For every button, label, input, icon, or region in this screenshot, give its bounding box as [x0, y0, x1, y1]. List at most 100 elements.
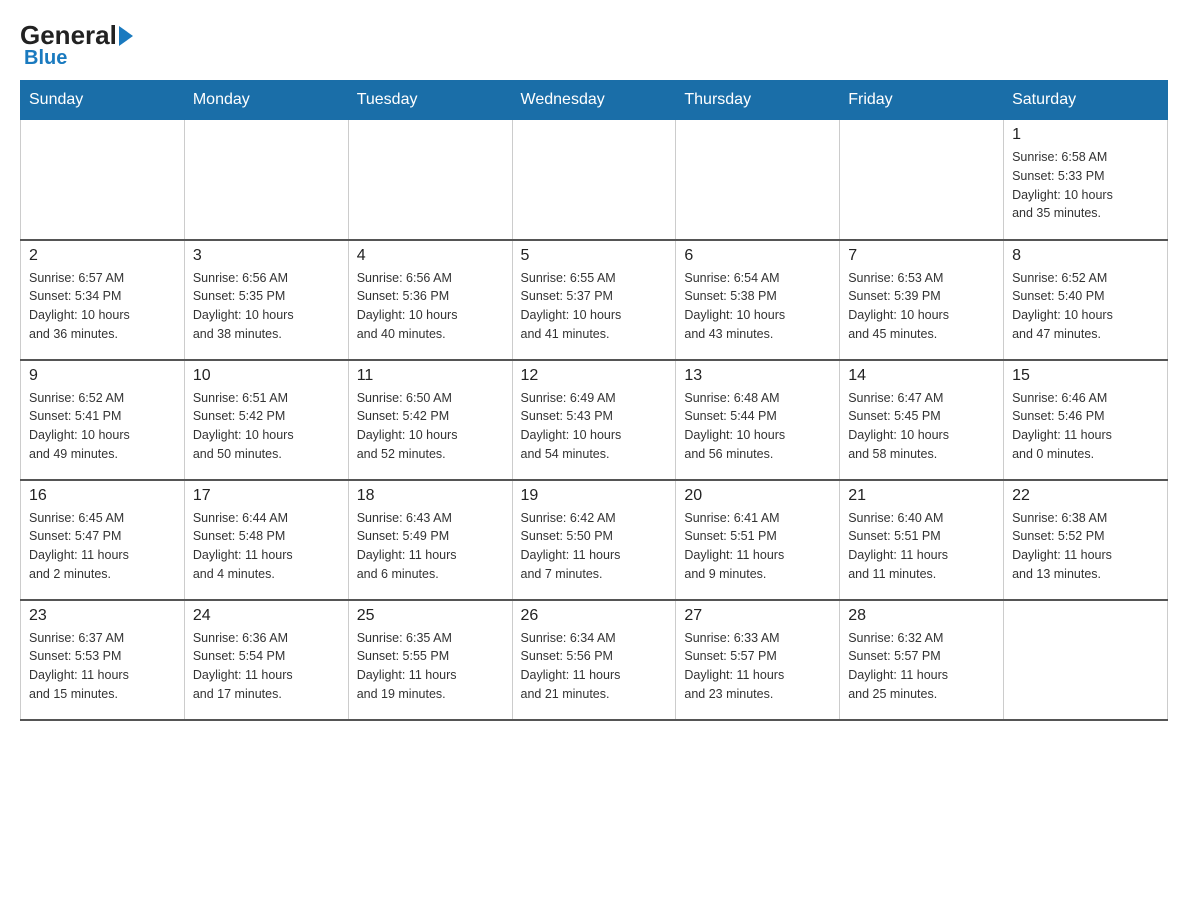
- calendar-cell: 23 Sunrise: 6:37 AM Sunset: 5:53 PM Dayli…: [21, 600, 185, 720]
- calendar-cell: 18 Sunrise: 6:43 AM Sunset: 5:49 PM Dayli…: [348, 480, 512, 600]
- day-info: Sunrise: 6:33 AM Sunset: 5:57 PM Dayligh…: [684, 629, 831, 704]
- day-number: 28: [848, 607, 995, 625]
- calendar-cell: 27 Sunrise: 6:33 AM Sunset: 5:57 PM Dayli…: [676, 600, 840, 720]
- calendar-cell: 8Sunrise: 6:52 AM Sunset: 5:40 PM Daylig…: [1004, 240, 1168, 360]
- day-number: 21: [848, 487, 995, 505]
- day-number: 23: [29, 607, 176, 625]
- day-info: Sunrise: 6:46 AM Sunset: 5:46 PM Dayligh…: [1012, 389, 1159, 464]
- calendar-cell: 20 Sunrise: 6:41 AM Sunset: 5:51 PM Dayli…: [676, 480, 840, 600]
- calendar-cell: 7 Sunrise: 6:53 AM Sunset: 5:39 PM Daylig…: [840, 240, 1004, 360]
- page-header: General Blue: [20, 20, 1168, 70]
- weekday-header-monday: Monday: [184, 81, 348, 120]
- day-info: Sunrise: 6:54 AM Sunset: 5:38 PM Dayligh…: [684, 269, 831, 344]
- calendar-cell: [676, 120, 840, 240]
- day-info: Sunrise: 6:57 AM Sunset: 5:34 PM Dayligh…: [29, 269, 176, 344]
- day-number: 25: [357, 607, 504, 625]
- weekday-header-row: SundayMondayTuesdayWednesdayThursdayFrid…: [21, 81, 1168, 120]
- day-info: Sunrise: 6:35 AM Sunset: 5:55 PM Dayligh…: [357, 629, 504, 704]
- day-info: Sunrise: 6:36 AM Sunset: 5:54 PM Dayligh…: [193, 629, 340, 704]
- logo: General Blue: [20, 20, 135, 70]
- weekday-header-friday: Friday: [840, 81, 1004, 120]
- day-number: 26: [521, 607, 668, 625]
- day-info: Sunrise: 6:37 AM Sunset: 5:53 PM Dayligh…: [29, 629, 176, 704]
- calendar-week-4: 23 Sunrise: 6:37 AM Sunset: 5:53 PM Dayli…: [21, 600, 1168, 720]
- day-number: 6: [684, 247, 831, 265]
- day-number: 14: [848, 367, 995, 385]
- calendar-cell: 9 Sunrise: 6:52 AM Sunset: 5:41 PM Daylig…: [21, 360, 185, 480]
- calendar-body: 1 Sunrise: 6:58 AM Sunset: 5:33 PM Daylig…: [21, 120, 1168, 720]
- calendar-cell: 17 Sunrise: 6:44 AM Sunset: 5:48 PM Dayli…: [184, 480, 348, 600]
- day-number: 3: [193, 247, 340, 265]
- calendar-cell: 14Sunrise: 6:47 AM Sunset: 5:45 PM Dayli…: [840, 360, 1004, 480]
- day-number: 11: [357, 367, 504, 385]
- calendar-week-1: 2 Sunrise: 6:57 AM Sunset: 5:34 PM Daylig…: [21, 240, 1168, 360]
- day-number: 4: [357, 247, 504, 265]
- day-number: 18: [357, 487, 504, 505]
- calendar-week-0: 1 Sunrise: 6:58 AM Sunset: 5:33 PM Daylig…: [21, 120, 1168, 240]
- day-number: 17: [193, 487, 340, 505]
- calendar-cell: [21, 120, 185, 240]
- day-info: Sunrise: 6:56 AM Sunset: 5:36 PM Dayligh…: [357, 269, 504, 344]
- calendar-cell: [1004, 600, 1168, 720]
- calendar-cell: 25 Sunrise: 6:35 AM Sunset: 5:55 PM Dayli…: [348, 600, 512, 720]
- day-number: 12: [521, 367, 668, 385]
- logo-blue-text: Blue: [20, 47, 67, 70]
- day-info: Sunrise: 6:44 AM Sunset: 5:48 PM Dayligh…: [193, 509, 340, 584]
- calendar-cell: 12 Sunrise: 6:49 AM Sunset: 5:43 PM Dayli…: [512, 360, 676, 480]
- day-number: 9: [29, 367, 176, 385]
- calendar-cell: 19 Sunrise: 6:42 AM Sunset: 5:50 PM Dayli…: [512, 480, 676, 600]
- day-info: Sunrise: 6:41 AM Sunset: 5:51 PM Dayligh…: [684, 509, 831, 584]
- day-number: 20: [684, 487, 831, 505]
- day-info: Sunrise: 6:58 AM Sunset: 5:33 PM Dayligh…: [1012, 148, 1159, 223]
- calendar-table: SundayMondayTuesdayWednesdayThursdayFrid…: [20, 80, 1168, 721]
- day-info: Sunrise: 6:52 AM Sunset: 5:41 PM Dayligh…: [29, 389, 176, 464]
- calendar-cell: 3 Sunrise: 6:56 AM Sunset: 5:35 PM Daylig…: [184, 240, 348, 360]
- day-number: 22: [1012, 487, 1159, 505]
- day-info: Sunrise: 6:51 AM Sunset: 5:42 PM Dayligh…: [193, 389, 340, 464]
- day-info: Sunrise: 6:56 AM Sunset: 5:35 PM Dayligh…: [193, 269, 340, 344]
- calendar-cell: 10 Sunrise: 6:51 AM Sunset: 5:42 PM Dayli…: [184, 360, 348, 480]
- calendar-cell: [840, 120, 1004, 240]
- logo-arrow-icon: [119, 26, 133, 46]
- day-number: 7: [848, 247, 995, 265]
- day-number: 13: [684, 367, 831, 385]
- calendar-cell: [512, 120, 676, 240]
- calendar-cell: 2 Sunrise: 6:57 AM Sunset: 5:34 PM Daylig…: [21, 240, 185, 360]
- day-number: 1: [1012, 126, 1159, 144]
- weekday-header-thursday: Thursday: [676, 81, 840, 120]
- calendar-week-2: 9 Sunrise: 6:52 AM Sunset: 5:41 PM Daylig…: [21, 360, 1168, 480]
- day-info: Sunrise: 6:45 AM Sunset: 5:47 PM Dayligh…: [29, 509, 176, 584]
- day-number: 24: [193, 607, 340, 625]
- day-number: 5: [521, 247, 668, 265]
- day-number: 15: [1012, 367, 1159, 385]
- calendar-cell: 24 Sunrise: 6:36 AM Sunset: 5:54 PM Dayli…: [184, 600, 348, 720]
- calendar-cell: [184, 120, 348, 240]
- calendar-cell: 28Sunrise: 6:32 AM Sunset: 5:57 PM Dayli…: [840, 600, 1004, 720]
- calendar-cell: 1 Sunrise: 6:58 AM Sunset: 5:33 PM Daylig…: [1004, 120, 1168, 240]
- day-number: 27: [684, 607, 831, 625]
- calendar-cell: 13 Sunrise: 6:48 AM Sunset: 5:44 PM Dayli…: [676, 360, 840, 480]
- calendar-week-3: 16 Sunrise: 6:45 AM Sunset: 5:47 PM Dayli…: [21, 480, 1168, 600]
- calendar-cell: 11 Sunrise: 6:50 AM Sunset: 5:42 PM Dayli…: [348, 360, 512, 480]
- calendar-header: SundayMondayTuesdayWednesdayThursdayFrid…: [21, 81, 1168, 120]
- calendar-cell: 26 Sunrise: 6:34 AM Sunset: 5:56 PM Dayli…: [512, 600, 676, 720]
- day-info: Sunrise: 6:48 AM Sunset: 5:44 PM Dayligh…: [684, 389, 831, 464]
- calendar-cell: 16 Sunrise: 6:45 AM Sunset: 5:47 PM Dayli…: [21, 480, 185, 600]
- day-info: Sunrise: 6:34 AM Sunset: 5:56 PM Dayligh…: [521, 629, 668, 704]
- day-info: Sunrise: 6:55 AM Sunset: 5:37 PM Dayligh…: [521, 269, 668, 344]
- day-number: 2: [29, 247, 176, 265]
- day-number: 10: [193, 367, 340, 385]
- calendar-cell: 21Sunrise: 6:40 AM Sunset: 5:51 PM Dayli…: [840, 480, 1004, 600]
- day-number: 16: [29, 487, 176, 505]
- day-info: Sunrise: 6:43 AM Sunset: 5:49 PM Dayligh…: [357, 509, 504, 584]
- weekday-header-tuesday: Tuesday: [348, 81, 512, 120]
- day-number: 19: [521, 487, 668, 505]
- calendar-cell: 15 Sunrise: 6:46 AM Sunset: 5:46 PM Dayli…: [1004, 360, 1168, 480]
- day-info: Sunrise: 6:42 AM Sunset: 5:50 PM Dayligh…: [521, 509, 668, 584]
- day-info: Sunrise: 6:53 AM Sunset: 5:39 PM Dayligh…: [848, 269, 995, 344]
- day-info: Sunrise: 6:49 AM Sunset: 5:43 PM Dayligh…: [521, 389, 668, 464]
- day-info: Sunrise: 6:50 AM Sunset: 5:42 PM Dayligh…: [357, 389, 504, 464]
- calendar-cell: 4 Sunrise: 6:56 AM Sunset: 5:36 PM Daylig…: [348, 240, 512, 360]
- day-info: Sunrise: 6:38 AM Sunset: 5:52 PM Dayligh…: [1012, 509, 1159, 584]
- calendar-cell: 6 Sunrise: 6:54 AM Sunset: 5:38 PM Daylig…: [676, 240, 840, 360]
